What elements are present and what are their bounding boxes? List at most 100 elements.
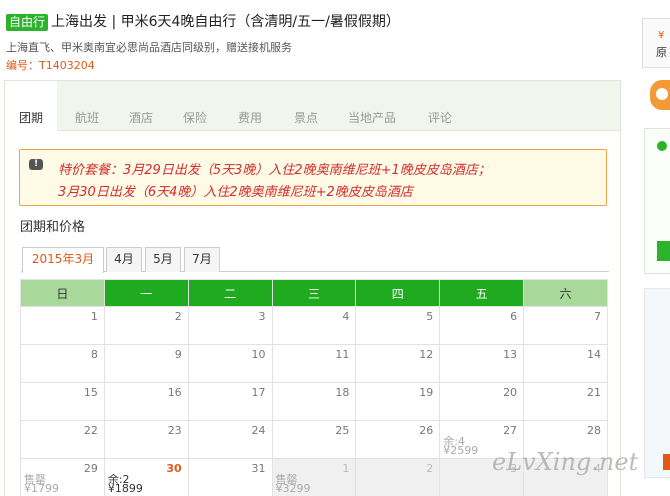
day-number: 16 xyxy=(167,386,182,399)
calendar-day: 8 xyxy=(20,344,105,383)
page: 自由行 上海出发 | 甲米6天4晚自由行（含清明/五一/暑假假期） 上海直飞、甲… xyxy=(0,0,670,496)
tab-fees[interactable]: 费用 xyxy=(238,109,262,126)
day-number: 9 xyxy=(174,348,182,361)
tab-reviews[interactable]: 评论 xyxy=(428,109,452,126)
weekday-header: 一 xyxy=(103,279,189,307)
day-number: 21 xyxy=(587,386,601,399)
calendar-day: 25 xyxy=(271,420,357,459)
calendar-day: 23 xyxy=(103,420,189,459)
calendar-day: 31 xyxy=(187,458,273,496)
watermark: eLvXing.net xyxy=(492,448,639,476)
tab-hotel[interactable]: 酒店 xyxy=(129,109,153,126)
day-number: 8 xyxy=(90,348,98,361)
calendar-week: 15 16 17 18 19 20 21 xyxy=(20,382,608,421)
product-code: 编号：T1403204 xyxy=(6,59,95,72)
day-number: 29 xyxy=(83,462,98,475)
calendar-week: 1 2 3 4 5 6 7 xyxy=(20,306,608,345)
calendar-day: 1 xyxy=(20,306,105,345)
day-number: 2 xyxy=(174,310,182,323)
tab-flight[interactable]: 航班 xyxy=(75,109,99,126)
tab-sights[interactable]: 景点 xyxy=(294,109,318,126)
calendar-day: 4 xyxy=(271,306,357,345)
weekday-header: 四 xyxy=(355,279,441,307)
calendar-day: 2 xyxy=(103,306,189,345)
price-symbol: ¥ xyxy=(658,30,665,41)
month-tab-3[interactable]: 7月 xyxy=(184,247,220,272)
promo-line-1: 特价套餐：3月29日出发（5天3晚）入住2晚奥南维尼班+1晚皮皮岛酒店； xyxy=(58,163,491,178)
calendar-day: 9 xyxy=(103,344,189,383)
day-number: 26 xyxy=(419,424,434,437)
calendar-day: 19 xyxy=(355,382,441,421)
day-number: 12 xyxy=(419,348,434,361)
calendar-day[interactable]: 29 售罄 ¥1799 xyxy=(20,458,105,496)
month-tab-2[interactable]: 5月 xyxy=(145,247,181,272)
day-number: 23 xyxy=(167,424,182,437)
calendar-day: 3 xyxy=(187,306,273,345)
weekday-header: 六 xyxy=(523,279,608,307)
calendar-day[interactable]: 1 售罄 ¥3299 xyxy=(271,458,357,496)
main-panel: 团期 航班 酒店 保险 费用 景点 当地产品 评论 ! 特价套餐：3月29日出发（5天3晚）入… xyxy=(4,80,621,496)
day-price: ¥3299 xyxy=(275,482,311,495)
day-number: 10 xyxy=(251,348,266,361)
calendar-day: 16 xyxy=(103,382,189,421)
calendar-day: 18 xyxy=(271,382,357,421)
product-subtitle: 上海直飞、甲米奥南宜必思尚品酒店同级别，赠送接机服务 xyxy=(6,41,292,54)
day-number: 28 xyxy=(587,424,601,437)
day-number: 25 xyxy=(335,424,350,437)
calendar-day: 17 xyxy=(187,382,273,421)
day-price: ¥2599 xyxy=(443,444,479,457)
day-number: 20 xyxy=(503,386,518,399)
day-number: 2 xyxy=(426,462,434,475)
calendar-week: 8 9 10 11 12 13 14 xyxy=(20,344,608,383)
calendar-day: 11 xyxy=(271,344,357,383)
tab-local[interactable]: 当地产品 xyxy=(348,109,396,126)
day-number: 17 xyxy=(251,386,266,399)
day-price: ¥1899 xyxy=(107,482,143,495)
day-number: 5 xyxy=(426,310,434,323)
day-number: 1 xyxy=(90,310,98,323)
month-tabs: 2015年3月 4月 5月 7月 xyxy=(21,247,609,273)
day-number: 7 xyxy=(594,310,601,323)
side-panel xyxy=(644,128,670,274)
original-price-label: 原 xyxy=(656,46,667,59)
side-ad-banner[interactable] xyxy=(644,288,670,478)
calendar-day: 5 xyxy=(355,306,441,345)
section-title: 团期和价格 xyxy=(20,220,86,235)
calendar-day: 21 xyxy=(523,382,608,421)
calendar-day: 12 xyxy=(355,344,441,383)
weekday-header: 日 xyxy=(20,279,105,307)
day-number: 22 xyxy=(83,424,98,437)
right-sidebar: ¥ 原 xyxy=(642,0,670,496)
ad-badge-icon xyxy=(663,454,670,470)
info-icon xyxy=(657,141,667,151)
calendar-day: 24 xyxy=(187,420,273,459)
day-number: 14 xyxy=(587,348,601,361)
month-tab-1[interactable]: 4月 xyxy=(106,247,142,272)
day-number: 4 xyxy=(342,310,350,323)
price-box xyxy=(642,18,670,68)
calendar-day: 22 xyxy=(20,420,105,459)
weekday-header: 二 xyxy=(187,279,273,307)
chat-icon[interactable] xyxy=(650,80,670,110)
product-type-tag: 自由行 xyxy=(6,14,49,31)
day-number: 19 xyxy=(419,386,434,399)
calendar-day[interactable]: 30 余:2 ¥1899 xyxy=(103,458,189,496)
day-price: ¥1799 xyxy=(24,482,59,495)
page-title: 上海出发 | 甲米6天4晚自由行（含清明/五一/暑假假期） xyxy=(51,14,400,30)
day-number: 3 xyxy=(258,310,266,323)
day-number: 15 xyxy=(83,386,98,399)
calendar-day: 6 xyxy=(439,306,525,345)
month-tab-0[interactable]: 2015年3月 xyxy=(22,247,104,273)
calendar-day: 14 xyxy=(523,344,608,383)
day-number: 24 xyxy=(251,424,266,437)
calendar-day: 15 xyxy=(20,382,105,421)
day-number: 11 xyxy=(335,348,350,361)
calendar-day: 10 xyxy=(187,344,273,383)
day-number: 30 xyxy=(166,462,182,475)
weekday-header: 五 xyxy=(439,279,525,307)
day-number: 1 xyxy=(342,462,350,475)
side-action-button[interactable] xyxy=(657,241,670,261)
tab-tuanqi[interactable]: 团期 xyxy=(5,81,57,132)
day-number: 6 xyxy=(510,310,518,323)
tab-insurance[interactable]: 保险 xyxy=(183,109,207,126)
